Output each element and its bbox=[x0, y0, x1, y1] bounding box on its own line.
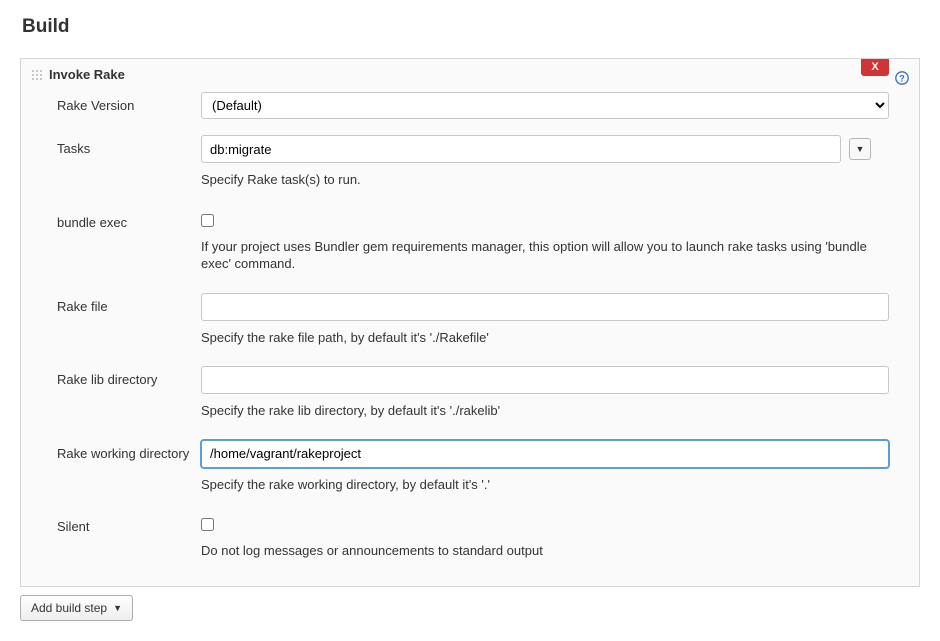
silent-checkbox[interactable] bbox=[201, 518, 214, 531]
rake-lib-dir-help: Specify the rake lib directory, by defau… bbox=[201, 402, 889, 420]
rake-lib-dir-input[interactable] bbox=[201, 366, 889, 394]
rake-file-input[interactable] bbox=[201, 293, 889, 321]
silent-help: Do not log messages or announcements to … bbox=[201, 542, 889, 560]
bundle-exec-label: bundle exec bbox=[57, 209, 201, 230]
rake-version-label: Rake Version bbox=[57, 92, 201, 113]
rake-file-label: Rake file bbox=[57, 293, 201, 314]
add-build-step-label: Add build step bbox=[31, 601, 107, 615]
chevron-down-icon: ▼ bbox=[113, 603, 122, 613]
rake-file-help: Specify the rake file path, by default i… bbox=[201, 329, 889, 347]
tasks-dropdown-button[interactable]: ▼ bbox=[849, 138, 871, 160]
rake-working-dir-label: Rake working directory bbox=[57, 440, 201, 461]
add-build-step-button[interactable]: Add build step ▼ bbox=[20, 595, 133, 621]
bundle-exec-checkbox[interactable] bbox=[201, 214, 214, 227]
build-step-title: Invoke Rake bbox=[49, 67, 125, 82]
drag-handle-icon[interactable] bbox=[31, 69, 43, 81]
tasks-help: Specify Rake task(s) to run. bbox=[201, 171, 889, 189]
rake-working-dir-help: Specify the rake working directory, by d… bbox=[201, 476, 889, 494]
section-title-build: Build bbox=[22, 16, 920, 38]
build-step-panel: X ? Invoke Rake Rake bbox=[20, 58, 920, 587]
chevron-down-icon: ▼ bbox=[856, 144, 865, 154]
tasks-input[interactable] bbox=[201, 135, 841, 163]
rake-working-dir-input[interactable] bbox=[201, 440, 889, 468]
silent-label: Silent bbox=[57, 513, 201, 534]
tasks-label: Tasks bbox=[57, 135, 201, 156]
rake-version-select[interactable]: (Default) bbox=[201, 92, 889, 119]
rake-lib-dir-label: Rake lib directory bbox=[57, 366, 201, 387]
bundle-exec-help: If your project uses Bundler gem require… bbox=[201, 238, 889, 273]
